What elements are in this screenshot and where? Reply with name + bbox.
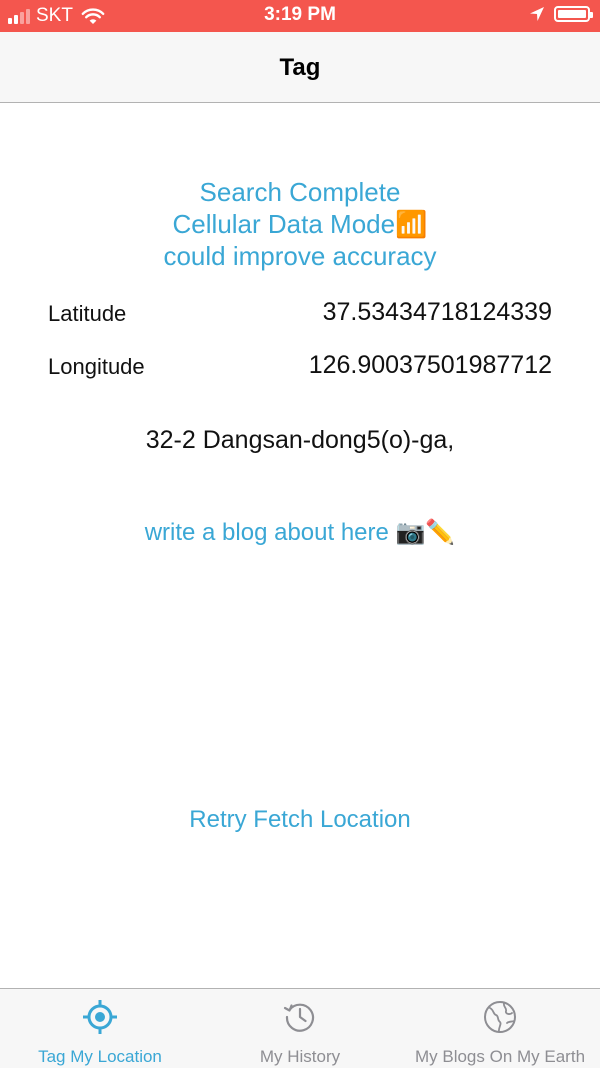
- page-title: Tag: [279, 54, 321, 81]
- write-blog-button[interactable]: write a blog about here 📷✏️: [0, 518, 600, 547]
- tab-my-history[interactable]: My History: [200, 989, 400, 1068]
- history-clock-icon: [283, 1003, 315, 1032]
- location-arrow-icon: [530, 7, 544, 21]
- longitude-value: 126.90037501987712: [308, 351, 552, 379]
- longitude-label: Longitude: [48, 354, 145, 379]
- status-message-line-2: Cellular Data Mode📶: [172, 209, 428, 239]
- tab-my-blogs-on-my-earth[interactable]: My Blogs On My Earth: [400, 989, 600, 1068]
- status-message-line-3: could improve accuracy: [163, 241, 437, 271]
- tab-tag-my-location[interactable]: Tag My Location: [0, 989, 200, 1068]
- status-time: 3:19 PM: [264, 4, 336, 25]
- globe-icon: [484, 1001, 516, 1033]
- tab-label: My Blogs On My Earth: [414, 1047, 586, 1066]
- crosshair-icon: [83, 1000, 117, 1034]
- status-message-line-1: Search Complete: [199, 177, 401, 207]
- tab-label: My History: [259, 1047, 341, 1066]
- battery-icon: [554, 6, 593, 22]
- tab-bar: Tag My Location My History My Blogs On M…: [0, 988, 600, 1068]
- latitude-value: 37.53434718124339: [322, 298, 552, 326]
- retry-fetch-location-button[interactable]: Retry Fetch Location: [0, 806, 600, 834]
- address-text: 32-2 Dangsan-dong5(o)-ga,: [145, 426, 455, 454]
- status-bar: SKT 3:19 PM: [0, 0, 600, 32]
- tab-label: Tag My Location: [38, 1047, 162, 1066]
- navigation-bar: Tag: [0, 32, 600, 103]
- latitude-label: Latitude: [48, 301, 127, 326]
